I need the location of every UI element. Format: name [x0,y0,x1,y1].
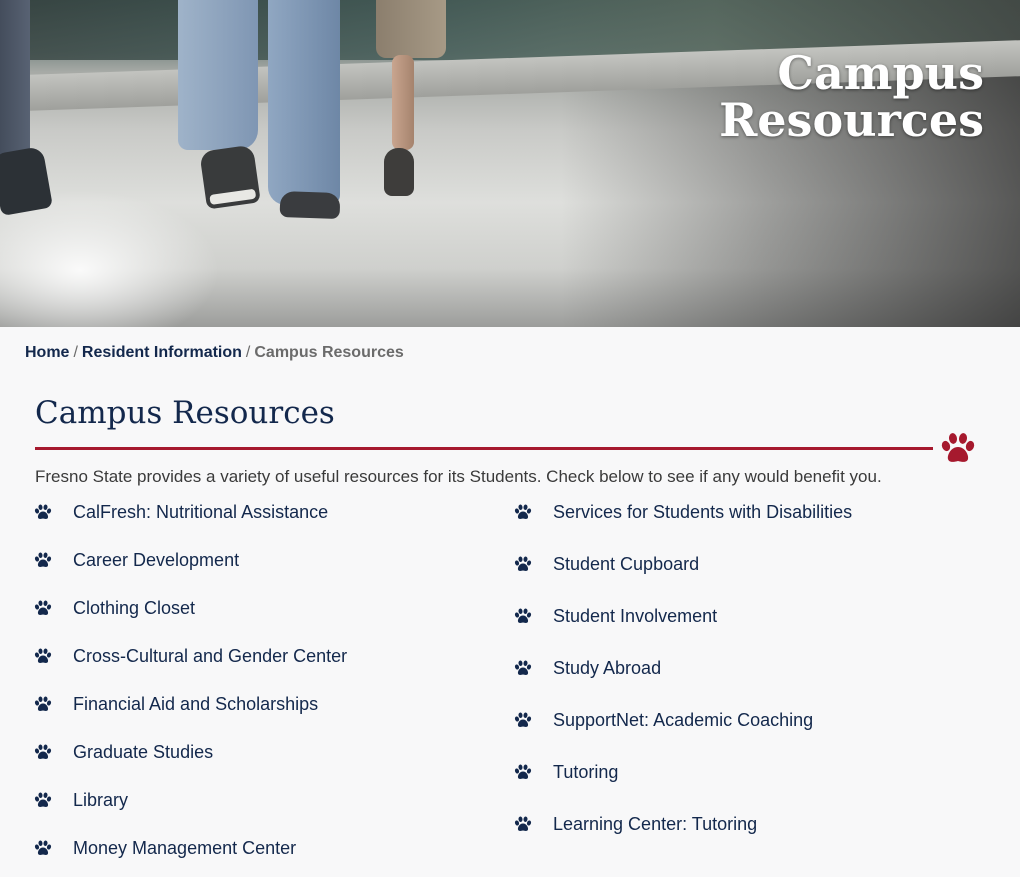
paw-icon [34,600,52,616]
hero-photo-figure [392,55,414,150]
intro-text: Fresno State provides a variety of usefu… [35,467,882,486]
resource-list-item: Student Cupboard [513,552,852,576]
resource-list-item: Library [33,788,347,812]
resource-list-item: Financial Aid and Scholarships [33,692,347,716]
paw-icon [514,660,532,676]
resource-list-left: CalFresh: Nutritional Assistance Career D… [33,500,347,877]
resource-link[interactable]: Services for Students with Disabilities [553,502,852,523]
hero-photo-shoe [384,148,414,196]
paw-icon [514,816,532,832]
resource-list-item: Tutoring [513,760,852,784]
resource-list-item: SupportNet: Academic Coaching [513,708,852,732]
resource-link[interactable]: Student Cupboard [553,554,699,575]
paw-icon [514,556,532,572]
resource-list-item: CalFresh: Nutritional Assistance [33,500,347,524]
title-divider [35,447,933,450]
resource-list-item: Graduate Studies [33,740,347,764]
hero-background-glow [0,190,220,327]
resource-list-item: Study Abroad [513,656,852,680]
resource-link[interactable]: SupportNet: Academic Coaching [553,710,813,731]
paw-icon [941,433,975,462]
paw-icon [34,840,52,856]
resource-list-item: Career Development [33,548,347,572]
resource-list-item: Money Management Center [33,836,347,860]
breadcrumb-resident-information-link[interactable]: Resident Information [82,344,242,361]
resource-link[interactable]: CalFresh: Nutritional Assistance [73,502,328,523]
resource-list-item: Cross-Cultural and Gender Center [33,644,347,668]
hero-photo-figure [376,0,446,58]
resource-link[interactable]: Study Abroad [553,658,661,679]
hero-title-line-2: Resources [719,93,984,147]
resource-link[interactable]: Student Involvement [553,606,717,627]
hero-banner: Campus Resources [0,0,1020,327]
hero-photo-figure [178,0,258,150]
hero-title: Campus Resources [719,50,984,144]
resource-list-item: Clothing Closet [33,596,347,620]
paw-icon [34,696,52,712]
hero-photo-shoe [0,145,53,217]
breadcrumb-separator: / [73,344,78,361]
hero-photo-shoe [279,190,341,220]
resource-link[interactable]: Cross-Cultural and Gender Center [73,646,347,667]
resource-link[interactable]: Clothing Closet [73,598,195,619]
paw-icon [514,764,532,780]
resource-link[interactable]: Financial Aid and Scholarships [73,694,318,715]
resource-list-item: Student Involvement [513,604,852,628]
paw-icon [34,792,52,808]
resource-list-right: Services for Students with Disabilities S… [513,500,852,864]
paw-icon [514,504,532,520]
paw-icon [34,744,52,760]
hero-photo-figure [268,0,340,205]
resource-link[interactable]: Graduate Studies [73,742,213,763]
resource-link[interactable]: Learning Center: Tutoring [553,814,757,835]
resource-list-item: Services for Students with Disabilities [513,500,852,524]
hero-title-line-1: Campus [777,46,984,100]
resource-link[interactable]: Tutoring [553,762,618,783]
breadcrumb: Home / Resident Information / Campus Resourc… [25,344,404,362]
resource-list-item: Learning Center: Tutoring [513,812,852,836]
hero-photo-shoe [199,144,261,210]
resource-link[interactable]: Library [73,790,128,811]
paw-icon [34,552,52,568]
paw-icon [514,712,532,728]
page-title: Campus Resources [35,395,335,431]
hero-photo-figure [0,0,30,170]
resource-link[interactable]: Career Development [73,550,239,571]
paw-icon [34,648,52,664]
breadcrumb-separator: / [245,344,251,361]
resource-link[interactable]: Money Management Center [73,838,296,859]
paw-icon [34,504,52,520]
breadcrumb-current: Campus Resources [254,344,404,361]
breadcrumb-home-link[interactable]: Home [25,344,69,361]
paw-icon [514,608,532,624]
